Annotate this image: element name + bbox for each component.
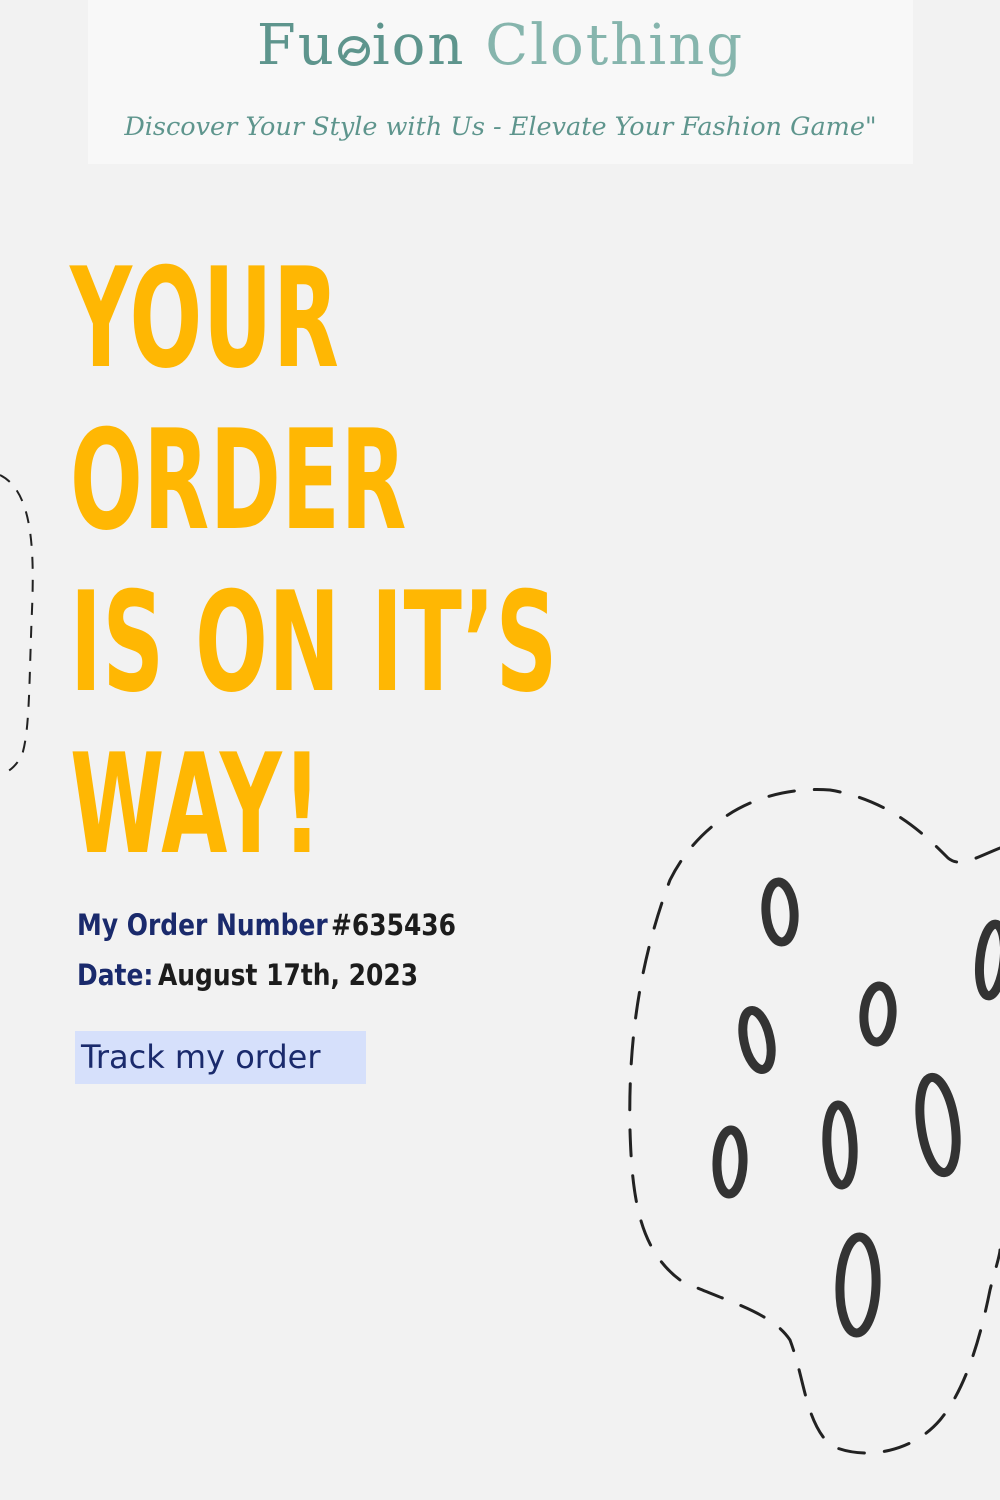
brand-name-part3: Clothing (485, 13, 745, 78)
brand-name-part2: ion (371, 13, 486, 78)
order-info: My Order Number #635436 Date: August 17t… (77, 900, 476, 1000)
brand-name: Fu ion Clothing (88, 8, 913, 84)
order-date-row: Date: August 17th, 2023 (77, 950, 476, 1000)
headline-line-1: YOUR (70, 238, 340, 399)
brand-header: Fu ion Clothing Discover Your Style with… (88, 0, 913, 164)
swirl-logo-icon (337, 36, 370, 66)
order-number-label: My Order Number (77, 908, 328, 942)
headline-line-3: IS ON IT’S (70, 562, 558, 723)
order-date-label: Date: (77, 958, 154, 992)
left-dashed-curve-decoration (0, 474, 34, 776)
brand-tagline: Discover Your Style with Us - Elevate Yo… (124, 112, 877, 142)
order-date-value: August 17th, 2023 (157, 958, 418, 992)
brand-name-part1: Fu (256, 13, 336, 78)
headline-line-2: ORDER (70, 400, 408, 561)
headline-line-4: WAY! (70, 724, 323, 885)
order-headline: YOUR ORDER IS ON IT’S WAY! (70, 238, 630, 886)
order-number-value: #635436 (330, 908, 456, 942)
track-order-button[interactable]: Track my order (75, 1031, 366, 1084)
order-number-row: My Order Number #635436 (77, 900, 476, 950)
